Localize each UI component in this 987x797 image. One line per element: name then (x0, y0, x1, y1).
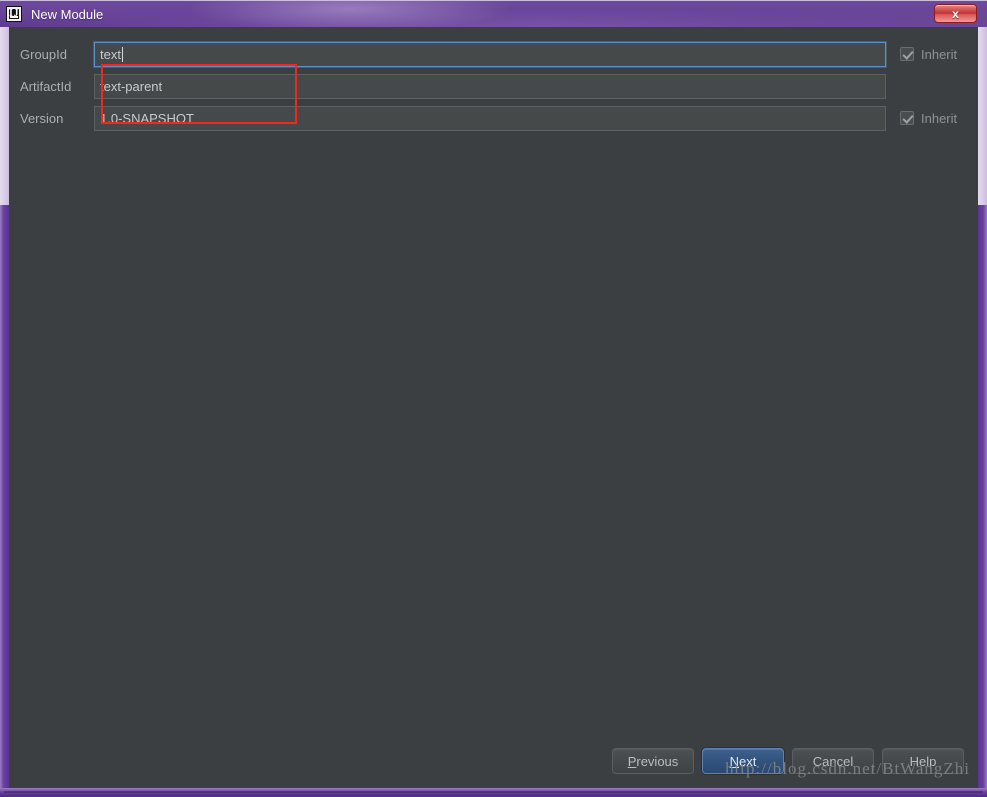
dialog-body: GroupId text Inherit ArtifactId text-par… (9, 27, 978, 788)
form-row-artifactid: ArtifactId text-parent (9, 70, 978, 102)
groupid-inherit-label: Inherit (921, 46, 958, 62)
groupid-inherit-checkbox[interactable]: Inherit (900, 47, 957, 62)
next-button[interactable]: Next (702, 748, 784, 774)
form-row-groupid: GroupId text Inherit (9, 38, 978, 70)
title-bar[interactable]: IJ New Module x (0, 0, 987, 27)
close-button[interactable]: x (934, 4, 977, 23)
next-button-label: ext (739, 753, 757, 769)
checkbox-checked-icon (900, 111, 914, 125)
dialog-button-bar: Previous Next Cancel Help (612, 748, 964, 774)
intellij-idea-icon-glyph: IJ (9, 8, 19, 19)
version-input[interactable]: 1.0-SNAPSHOT (94, 105, 886, 131)
groupid-input[interactable]: text (94, 41, 886, 67)
version-input-value: 1.0-SNAPSHOT (100, 110, 194, 126)
artifactid-label: ArtifactId (20, 78, 72, 94)
groupid-input-value: text (100, 46, 121, 62)
titlebar-glow (190, 1, 510, 27)
previous-button-label: revious (636, 753, 679, 769)
window-frame-bottom (0, 788, 987, 797)
window-frame-bottom-inner (4, 791, 983, 793)
window-frame-left-highlight (0, 27, 9, 205)
intellij-idea-icon: IJ (6, 6, 22, 22)
version-inherit-checkbox[interactable]: Inherit (900, 111, 957, 126)
next-button-mnemonic: N (729, 753, 740, 769)
groupid-label: GroupId (20, 46, 67, 62)
maven-coordinates-form: GroupId text Inherit ArtifactId text-par… (9, 38, 978, 134)
artifactid-input-value: text-parent (100, 78, 163, 94)
version-inherit-label: Inherit (921, 110, 958, 126)
previous-button[interactable]: Previous (612, 748, 694, 774)
intellij-idea-icon-underbar (10, 16, 18, 18)
text-caret (121, 46, 123, 62)
version-label: Version (20, 110, 64, 126)
close-icon: x (952, 6, 959, 21)
form-row-version: Version 1.0-SNAPSHOT Inherit (9, 102, 978, 134)
window-frame-right-highlight (978, 27, 987, 205)
window-title: New Module (31, 6, 104, 22)
new-module-dialog: IJ New Module x GroupId text Inherit Art… (0, 0, 987, 797)
previous-button-mnemonic: P (627, 753, 637, 769)
help-button[interactable]: Help (882, 748, 964, 774)
artifactid-input[interactable]: text-parent (94, 73, 886, 99)
checkbox-checked-icon (900, 47, 914, 61)
cancel-button[interactable]: Cancel (792, 748, 874, 774)
